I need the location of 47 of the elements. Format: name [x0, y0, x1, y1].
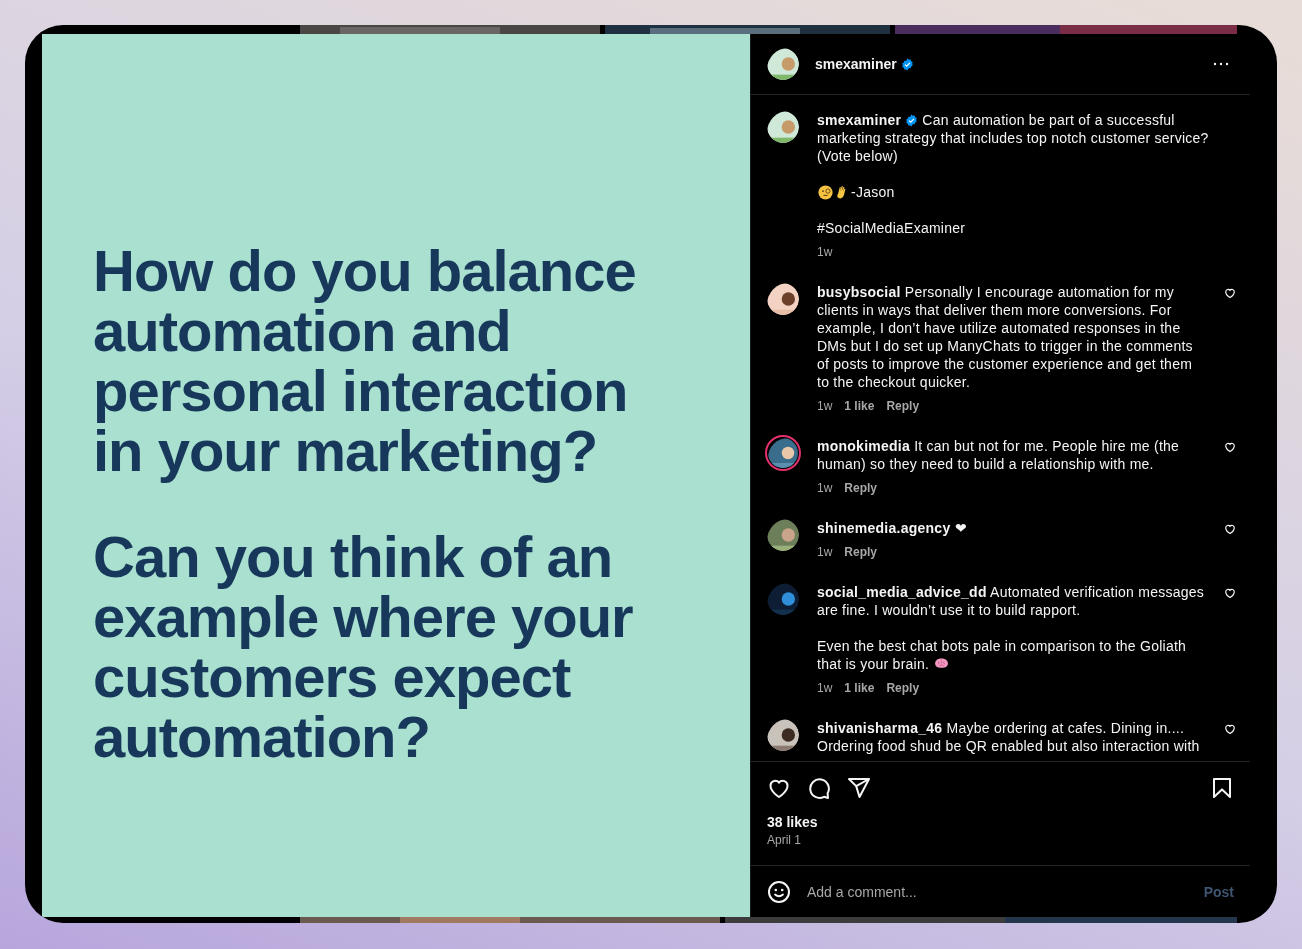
face-icon [817, 183, 834, 201]
username-link[interactable]: shinemedia.agency [817, 520, 951, 536]
signature-text: -Jason [851, 183, 895, 201]
timestamp: 1w [817, 544, 833, 561]
avatar[interactable] [767, 719, 799, 751]
avatar[interactable] [767, 583, 799, 615]
reply-link[interactable]: Reply [886, 679, 920, 697]
username-link[interactable]: shivanisharma_46 [817, 720, 943, 736]
timestamp: 1w [817, 398, 833, 415]
like-icon[interactable] [1224, 587, 1236, 599]
emoji-icon[interactable] [767, 879, 791, 904]
comment-icon[interactable] [807, 776, 831, 800]
image-headline-line: automation? [93, 704, 430, 770]
avatar[interactable] [767, 519, 799, 551]
avatar[interactable] [767, 111, 799, 143]
reply-link[interactable]: Reply [886, 397, 920, 415]
avatar[interactable] [767, 283, 799, 315]
like-count-link[interactable]: 1 like [844, 397, 875, 415]
reply-link[interactable]: Reply [844, 543, 878, 561]
timestamp: 1w [817, 480, 833, 497]
reply-link[interactable]: Reply [844, 479, 878, 497]
timestamp: 1w [817, 680, 833, 697]
username-link[interactable]: social_media_advice_dd [817, 584, 987, 600]
timestamp: 1w [817, 244, 833, 261]
like-icon[interactable] [1224, 723, 1236, 735]
comment-text: monokimedia It can but not for me. People hire me (the human) so they need to build a relationship with me. [817, 437, 1181, 473]
avatar[interactable] [765, 435, 801, 471]
comment-text: Even the best chat bots pale in comparison to the Goliath that is your brain. [817, 637, 1188, 673]
username-link[interactable]: busybsocial [817, 284, 901, 300]
bookmark-icon[interactable] [1210, 776, 1234, 800]
username-link[interactable]: monokimedia [817, 438, 910, 454]
username-link[interactable]: smexaminer [817, 112, 902, 128]
username-link[interactable]: smexaminer [815, 56, 897, 72]
like-count-link[interactable]: 1 like [844, 679, 875, 697]
likes-count-link[interactable]: 38 likes [767, 813, 818, 831]
like-icon[interactable] [1224, 441, 1236, 453]
comment-text: social_media_advice_dd Automated verification messages are fine. I wouldn’t use it to build rapport. [817, 583, 1206, 619]
like-icon[interactable] [1224, 523, 1236, 535]
avatar[interactable] [767, 48, 799, 80]
comment-text: shivanisharma_46 Maybe ordering at cafes. Dining in.... Ordering food shud be QR enabled but also interaction with [817, 719, 1201, 755]
hashtag-link[interactable]: #SocialMediaExaminer [817, 219, 966, 237]
comment-text: shinemedia.agency ❤ [817, 519, 968, 537]
post-date: April 1 [767, 832, 802, 849]
caption-text: smexaminer Can automation be part of a successful marketing strategy that includes top notch customer service? (Vote below) [817, 111, 1210, 165]
like-icon[interactable] [1224, 287, 1236, 299]
comment-text: busybsocial Personally I encourage automation for my clients in ways that deliver them more conversions. For example, I don’t have utilize automated responses in the DMs but I do set up ManyChats to trigger in the comments of posts to improve the customer experience and get them to the checkout quicker. [817, 283, 1194, 391]
share-icon[interactable] [847, 776, 871, 800]
